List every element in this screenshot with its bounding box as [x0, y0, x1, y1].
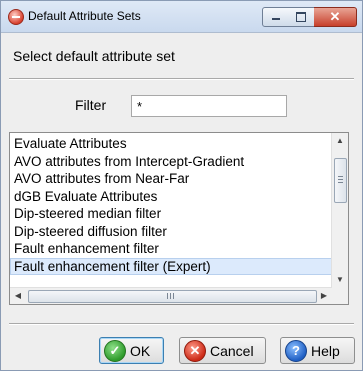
list-item[interactable]: AVO attributes from Near-Far: [10, 170, 332, 188]
list-item[interactable]: Dip-steered median filter: [10, 205, 332, 223]
cancel-button[interactable]: ✕ Cancel: [179, 337, 266, 364]
list-items: Evaluate Attributes AVO attributes from …: [10, 135, 332, 275]
title-bar[interactable]: Default Attribute Sets ✕: [1, 1, 362, 33]
minimize-button[interactable]: [262, 7, 290, 27]
ok-label: OK: [130, 342, 151, 359]
close-button[interactable]: ✕: [314, 7, 357, 27]
list-item[interactable]: AVO attributes from Intercept-Gradient: [10, 153, 332, 171]
cancel-label: Cancel: [210, 342, 254, 359]
list-item[interactable]: Evaluate Attributes: [10, 135, 332, 153]
filter-label: Filter: [75, 97, 107, 113]
question-icon: ?: [285, 339, 307, 362]
scroll-left-icon[interactable]: ◀: [10, 288, 26, 304]
scrollbar-corner: [332, 288, 348, 304]
divider-bottom: [9, 323, 354, 325]
filter-input[interactable]: [131, 95, 287, 117]
ok-button[interactable]: ✓ OK: [99, 337, 164, 364]
maximize-button[interactable]: [288, 7, 315, 27]
list-item[interactable]: dGB Evaluate Attributes: [10, 188, 332, 206]
scroll-down-icon[interactable]: ▼: [332, 272, 348, 288]
grip-icon: [167, 293, 174, 299]
app-icon: [8, 9, 24, 25]
minimize-icon: [272, 18, 280, 20]
help-button[interactable]: ? Help: [280, 337, 355, 364]
grip-icon: [338, 176, 343, 183]
list-item[interactable]: Dip-steered diffusion filter: [10, 223, 332, 241]
divider-top: [9, 78, 354, 80]
vertical-scrollbar[interactable]: ▲ ▼: [331, 133, 348, 288]
dialog-window: Default Attribute Sets ✕ Select default …: [0, 0, 363, 371]
window-title: Default Attribute Sets: [28, 9, 141, 23]
x-icon: ✕: [184, 339, 206, 362]
list-item[interactable]: Fault enhancement filter: [10, 240, 332, 258]
vertical-scroll-thumb[interactable]: [334, 158, 347, 203]
help-label: Help: [311, 342, 340, 359]
scroll-up-icon[interactable]: ▲: [332, 133, 348, 149]
scroll-right-icon[interactable]: ▶: [316, 288, 332, 304]
dialog-instruction: Select default attribute set: [13, 48, 175, 64]
check-icon: ✓: [104, 339, 126, 362]
attribute-set-list[interactable]: Evaluate Attributes AVO attributes from …: [9, 132, 349, 305]
horizontal-scroll-thumb[interactable]: [28, 290, 317, 303]
close-icon: ✕: [329, 9, 341, 24]
list-item-selected[interactable]: Fault enhancement filter (Expert): [10, 257, 332, 275]
maximize-icon: [296, 12, 306, 22]
horizontal-scrollbar[interactable]: ◀ ▶: [10, 287, 332, 304]
